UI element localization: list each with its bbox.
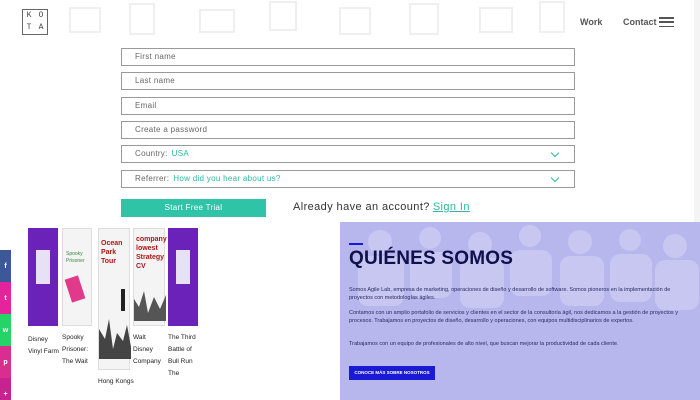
menu-icon[interactable] — [659, 17, 674, 27]
nav-work-link[interactable]: Work — [580, 17, 602, 27]
game-thumbnail[interactable] — [168, 228, 198, 326]
password-placeholder: Create a password — [135, 125, 208, 134]
about-paragraph: Contamos con un amplio portafolio de ser… — [349, 310, 678, 324]
scrollbar-track[interactable] — [694, 0, 700, 222]
logo-letter: T — [26, 23, 32, 32]
already-label: Already have an account? — [293, 201, 430, 213]
city-skyline-art — [99, 289, 131, 359]
learn-more-button[interactable]: CONOCE MÁS SOBRE NOSOTROS — [349, 366, 435, 380]
game-thumbnail[interactable]: Ocean Park Tour — [98, 228, 131, 370]
kota-logo[interactable]: K O T A — [22, 9, 48, 35]
social-share-bar: f t w p + — [0, 250, 11, 400]
game-title[interactable]: Disney Vinyl Farm — [28, 334, 60, 358]
logo-letter: A — [38, 23, 44, 32]
game-thumbnail[interactable]: company lowest Strategy CV — [133, 228, 167, 326]
password-input[interactable]: Create a password — [121, 121, 575, 139]
email-placeholder: Email — [135, 101, 157, 110]
last-name-input[interactable]: Last name — [121, 72, 575, 90]
share-icon[interactable]: + — [0, 378, 11, 400]
game-title[interactable]: Spooky Prisoner: The Wait — [62, 332, 94, 368]
game-title[interactable]: The Third Battle of Bull Run The — [168, 332, 202, 380]
sign-in-link[interactable]: Sign In — [433, 201, 470, 213]
country-label: Country: — [135, 149, 168, 158]
first-name-input[interactable]: First name — [121, 48, 575, 66]
about-paragraph: Trabajamos con un equipo de profesionale… — [349, 341, 619, 347]
email-input[interactable]: Email — [121, 97, 575, 115]
chevron-down-icon — [550, 148, 560, 158]
country-select[interactable]: Country: USA — [121, 145, 575, 163]
chevron-down-icon — [550, 173, 560, 183]
referrer-select[interactable]: Referrer: How did you hear about us? — [121, 170, 575, 188]
page: K O T A Work Contact First name Last nam… — [0, 0, 700, 400]
game-thumbnail[interactable]: Spooky Prisoner — [62, 228, 92, 326]
pinterest-icon[interactable]: p — [0, 346, 11, 378]
game-art: Spooky Prisoner — [64, 251, 86, 303]
about-heading: QUIÉNES SOMOS — [349, 248, 514, 269]
referrer-label: Referrer: — [135, 174, 170, 183]
about-paragraph: Somos Agile Lab, empresa de marketing, o… — [349, 287, 671, 301]
heading-accent-bar — [349, 243, 363, 245]
already-account-text: Already have an account? Sign In — [293, 201, 470, 213]
game-thumbnail[interactable] — [28, 228, 58, 326]
about-section: QUIÉNES SOMOS Somos Agile Lab, empresa d… — [340, 222, 700, 400]
referrer-value: How did you hear about us? — [173, 174, 281, 183]
whatsapp-icon[interactable]: w — [0, 314, 11, 346]
facebook-icon[interactable]: f — [0, 250, 11, 282]
first-name-placeholder: First name — [135, 52, 176, 61]
last-name-placeholder: Last name — [135, 76, 176, 85]
start-free-trial-button[interactable]: Start Free Trial — [121, 199, 266, 217]
city-skyline-art — [134, 291, 166, 321]
svg-text:Spooky: Spooky — [66, 251, 83, 257]
games-grid: Disney Vinyl Farm Spooky Prisoner Spooky… — [28, 228, 203, 398]
logo-letter: K — [26, 11, 32, 20]
nav-contact-link[interactable]: Contact — [623, 17, 657, 27]
game-title[interactable]: Walt Disney Company — [133, 332, 167, 368]
country-value: USA — [171, 149, 189, 158]
svg-text:Prisoner: Prisoner — [66, 258, 85, 264]
logo-letter: O — [38, 11, 44, 20]
twitter-icon[interactable]: t — [0, 282, 11, 314]
game-title[interactable]: Hong Kongs — [98, 376, 134, 388]
